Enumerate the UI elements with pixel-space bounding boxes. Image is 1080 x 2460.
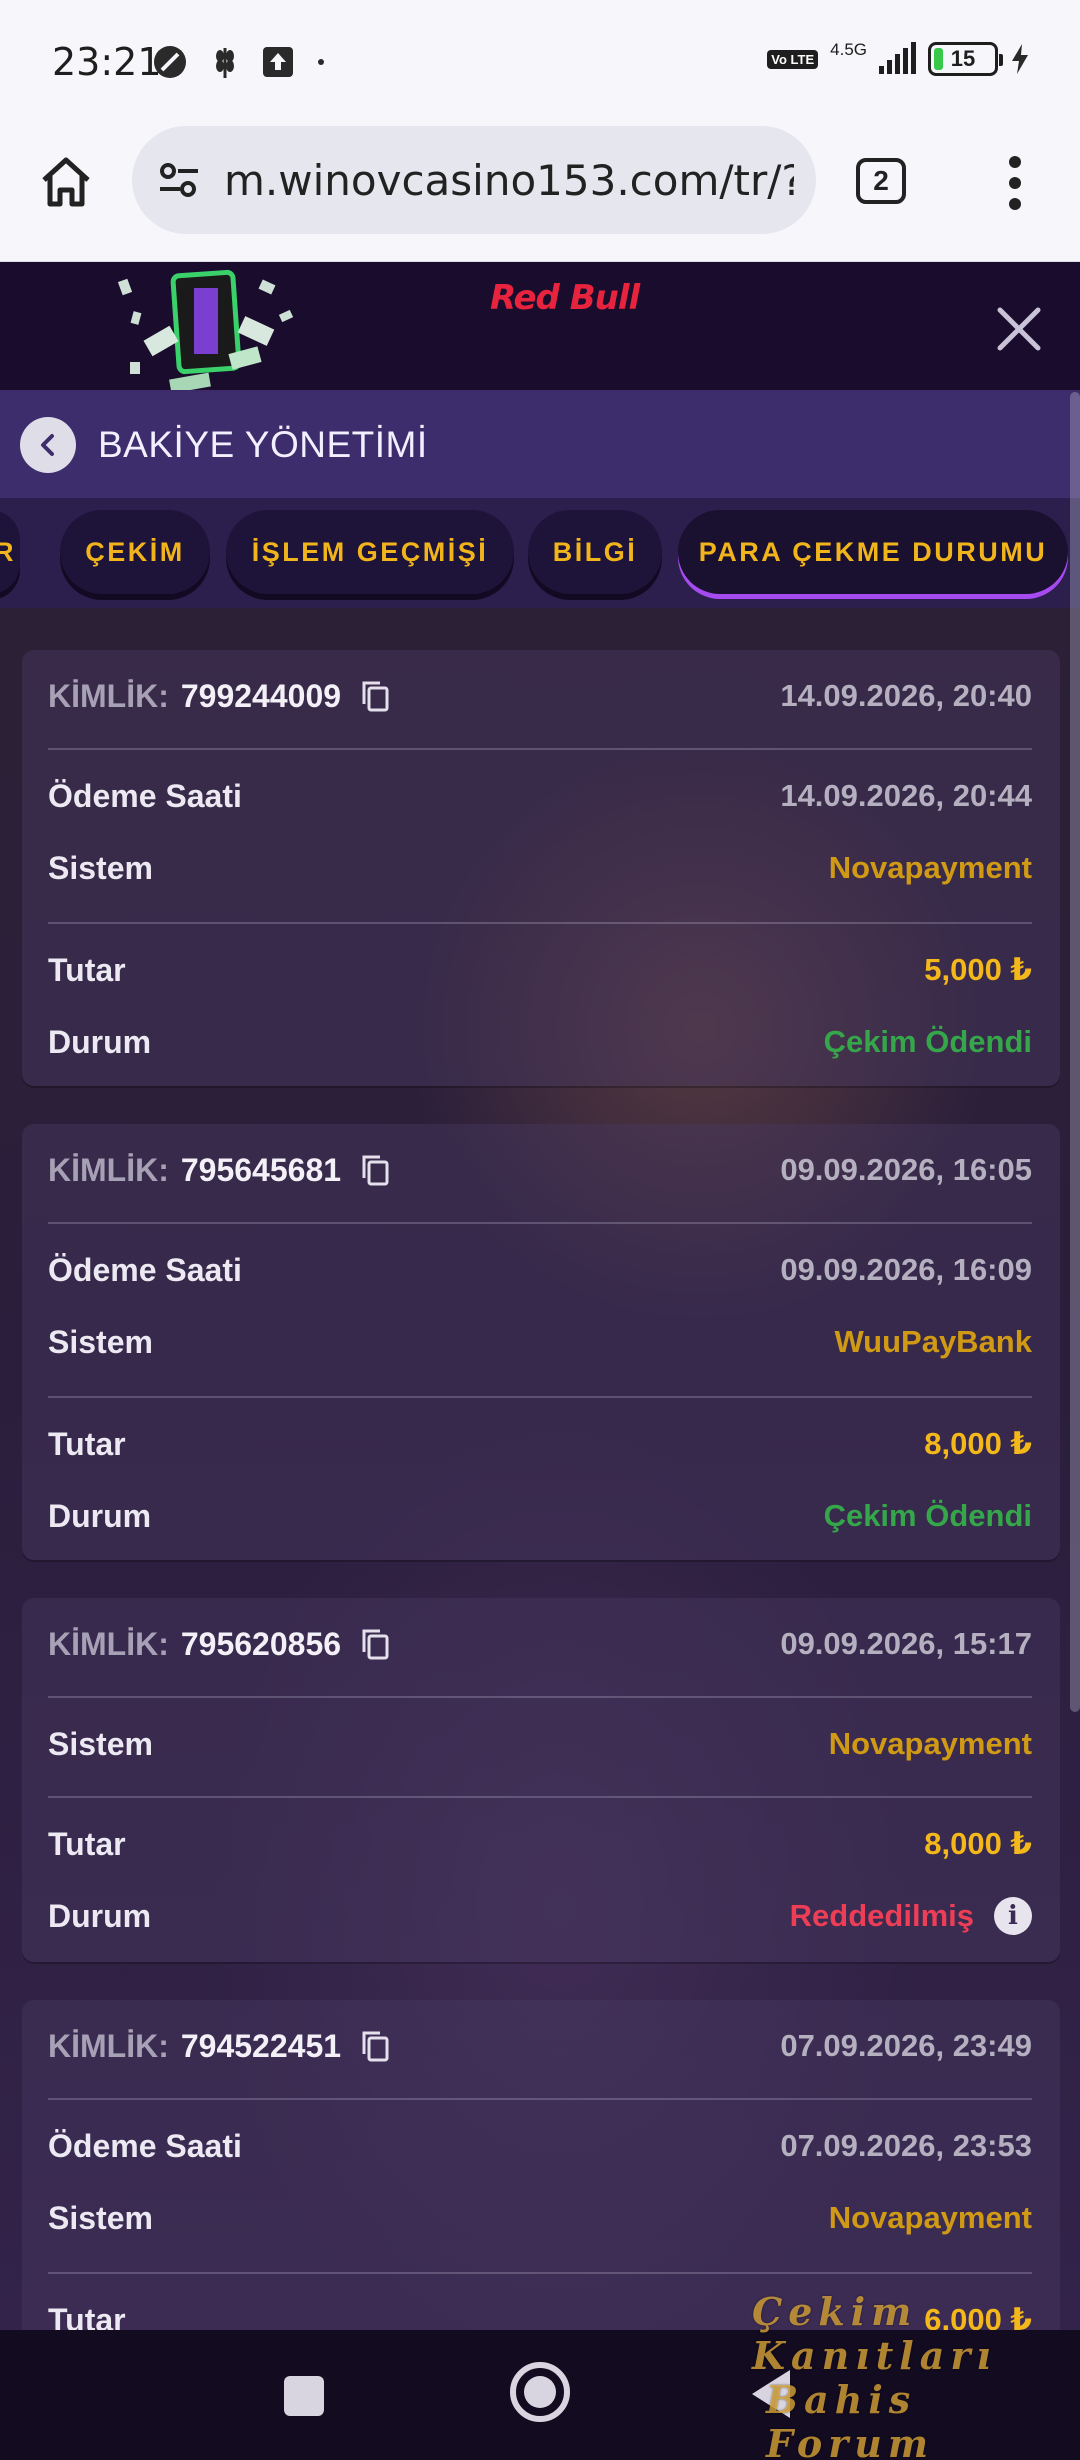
transaction-id: 799244009 xyxy=(180,677,342,714)
transaction-id: 795620856 xyxy=(180,1625,342,1662)
amount-value: 5,000 ₺ xyxy=(924,952,1032,987)
charging-icon xyxy=(1012,44,1028,74)
system-label: Sistem xyxy=(48,849,153,886)
status-badge: Çekim Ödendi xyxy=(823,1498,1032,1533)
tab-para-cekme-durumu[interactable]: PARA ÇEKME DURUMU xyxy=(678,510,1068,594)
close-icon[interactable] xyxy=(990,300,1048,358)
watermark-line-1: Çekim Kanıtları xyxy=(752,2289,997,2378)
address-bar[interactable]: m.winovcasino153.com/tr/?pr xyxy=(132,126,816,234)
created-date: 09.09.2026, 15:17 xyxy=(780,1626,1032,1661)
system-label: Sistem xyxy=(48,2199,153,2236)
payment-time-label: Ödeme Saati xyxy=(48,1251,242,1288)
payment-time-value: 07.09.2026, 23:53 xyxy=(780,2128,1032,2163)
tab-previous[interactable]: R xyxy=(0,510,20,594)
id-label: KİMLİK: xyxy=(48,677,169,714)
volte-badge: Vo LTE xyxy=(767,49,819,69)
amount-value: 8,000 ₺ xyxy=(924,1426,1032,1461)
transaction-id: 794522451 xyxy=(180,2027,342,2064)
amount-label: Tutar xyxy=(48,2301,126,2331)
amount-label: Tutar xyxy=(48,1425,126,1462)
amount-label: Tutar xyxy=(48,1825,126,1862)
transaction-id: 795645681 xyxy=(180,1151,342,1188)
tab-cekim[interactable]: ÇEKİM xyxy=(60,510,210,594)
status-bar: 23:21 Vo LTE 4.5G 15 xyxy=(0,0,1080,122)
system-label: Sistem xyxy=(48,1725,153,1762)
back-button[interactable] xyxy=(20,417,76,473)
info-icon[interactable]: i xyxy=(994,1897,1032,1935)
system-value: Novapayment xyxy=(828,1726,1032,1761)
status-label: Durum xyxy=(48,1897,152,1934)
system-value: Novapayment xyxy=(828,850,1032,885)
id-label: KİMLİK: xyxy=(48,1625,169,1662)
status-badge: Reddedilmiş xyxy=(789,1898,974,1933)
app-notification-icon xyxy=(154,46,186,78)
watermark: Çekim Kanıtları Bahis Forum xyxy=(752,2290,1072,2460)
section-header: BAKİYE YÖNETİMİ xyxy=(0,392,1080,498)
tab-bilgi[interactable]: BİLGİ xyxy=(528,510,662,594)
id-label: KİMLİK: xyxy=(48,1151,169,1188)
tab-bar: R ÇEKİM İŞLEM GEÇMİŞİ BİLGİ PARA ÇEKME D… xyxy=(0,498,1080,608)
browser-menu-icon[interactable] xyxy=(1000,156,1030,210)
system-value: Novapayment xyxy=(828,2200,1032,2235)
created-date: 07.09.2026, 23:49 xyxy=(780,2028,1032,2063)
id-label: KİMLİK: xyxy=(48,2027,169,2064)
battery-level: 15 xyxy=(950,46,976,71)
system-icons: Vo LTE 4.5G 15 xyxy=(767,39,1030,76)
watermark-line-2: Bahis Forum xyxy=(766,2377,935,2460)
status-badge: Çekim Ödendi xyxy=(823,1024,1032,1059)
transaction-card: KİMLİK: 799244009 14.09.2026, 20:40 Ödem… xyxy=(22,650,1060,1086)
transaction-card: KİMLİK: 795645681 09.09.2026, 16:05 Ödem… xyxy=(22,1124,1060,1560)
promo-art-image xyxy=(110,262,340,390)
battery-icon: 15 xyxy=(928,42,1003,76)
system-label: Sistem xyxy=(48,1323,153,1360)
url-text[interactable]: m.winovcasino153.com/tr/?pr xyxy=(224,156,794,205)
status-label: Durum xyxy=(48,1497,152,1534)
payment-time-value: 14.09.2026, 20:44 xyxy=(780,778,1032,813)
network-type: 4.5G xyxy=(830,39,867,59)
site-settings-icon[interactable] xyxy=(156,157,202,203)
payment-time-label: Ödeme Saati xyxy=(48,777,242,814)
home-button[interactable] xyxy=(510,2362,570,2422)
created-date: 14.09.2026, 20:40 xyxy=(780,678,1032,713)
copy-icon[interactable] xyxy=(359,1627,393,1661)
amount-label: Tutar xyxy=(48,951,126,988)
transaction-card: KİMLİK: 795620856 09.09.2026, 15:17 Sist… xyxy=(22,1598,1060,1962)
status-time: 23:21 xyxy=(52,40,162,84)
notification-icons xyxy=(152,44,326,80)
tab-islem-gecmisi[interactable]: İŞLEM GEÇMİŞİ xyxy=(226,510,514,594)
copy-icon[interactable] xyxy=(359,2029,393,2063)
browser-toolbar: m.winovcasino153.com/tr/?pr 2 xyxy=(0,122,1080,262)
amount-value: 8,000 ₺ xyxy=(924,1826,1032,1861)
signal-icon xyxy=(879,42,916,74)
copy-icon[interactable] xyxy=(359,679,393,713)
home-icon[interactable] xyxy=(38,154,94,210)
payment-time-value: 09.09.2026, 16:09 xyxy=(780,1252,1032,1287)
transaction-card: KİMLİK: 794522451 07.09.2026, 23:49 Ödem… xyxy=(22,2000,1060,2330)
promo-banner[interactable]: Red Bull xyxy=(0,262,1080,392)
upload-icon xyxy=(263,47,293,77)
withdrawal-list[interactable]: KİMLİK: 799244009 14.09.2026, 20:40 Ödem… xyxy=(0,608,1080,2330)
dot-icon xyxy=(318,59,324,65)
recents-button[interactable] xyxy=(284,2376,324,2416)
created-date: 09.09.2026, 16:05 xyxy=(780,1152,1032,1187)
wheat-icon xyxy=(216,48,234,78)
tab-switcher-button[interactable]: 2 xyxy=(856,158,906,204)
system-value: WuuPayBank xyxy=(834,1324,1032,1359)
page-title: BAKİYE YÖNETİMİ xyxy=(98,424,428,465)
copy-icon[interactable] xyxy=(359,1153,393,1187)
payment-time-label: Ödeme Saati xyxy=(48,2127,242,2164)
chevron-left-icon xyxy=(41,434,54,456)
red-bull-logo: Red Bull xyxy=(490,278,640,318)
scrollbar[interactable] xyxy=(1070,392,1080,1712)
status-label: Durum xyxy=(48,1023,152,1060)
